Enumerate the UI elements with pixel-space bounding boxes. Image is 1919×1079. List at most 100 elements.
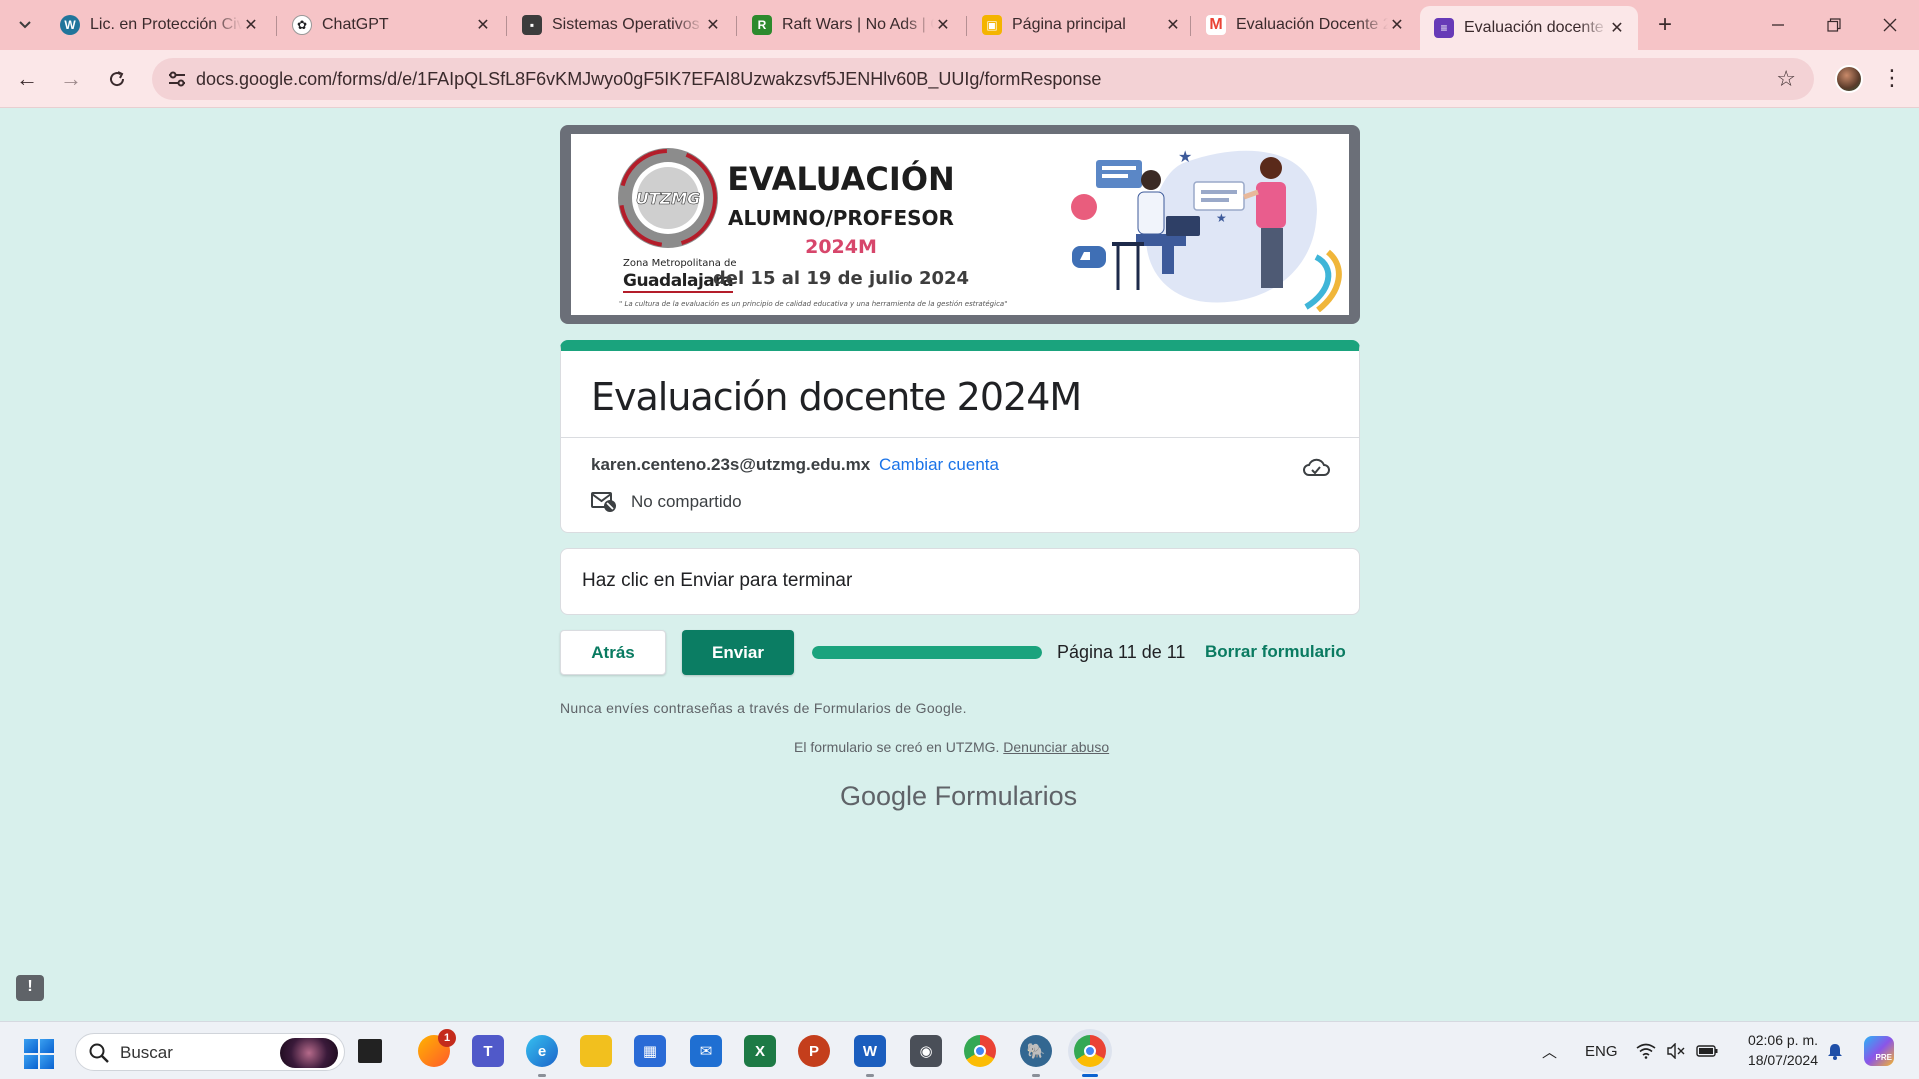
tab-6-active[interactable]: ≡ Evaluación docente 2024M ✕ bbox=[1420, 6, 1638, 50]
file-explorer-icon[interactable] bbox=[580, 1035, 612, 1067]
battery-icon[interactable] bbox=[1696, 1022, 1718, 1079]
close-icon[interactable]: ✕ bbox=[242, 15, 260, 35]
report-abuse-link[interactable]: Denunciar abuso bbox=[1003, 739, 1109, 755]
url-text[interactable]: docs.google.com/forms/d/e/1FAIpQLSfL8F6v… bbox=[196, 69, 1101, 90]
brand-forms: Formularios bbox=[934, 781, 1078, 811]
tab-separator bbox=[1190, 16, 1191, 36]
notification-badge: 1 bbox=[438, 1029, 456, 1047]
microsoft-store-icon[interactable]: ▦ bbox=[634, 1035, 666, 1067]
clock-date: 18/07/2024 bbox=[1747, 1052, 1818, 1068]
close-window-button[interactable] bbox=[1862, 0, 1918, 50]
postgresql-icon[interactable]: 🐘 bbox=[1020, 1035, 1052, 1067]
banner-image: UTZMG Zona Metropolitana de Guadalajara … bbox=[571, 134, 1349, 315]
close-icon[interactable]: ✕ bbox=[1388, 15, 1406, 35]
sharing-status-text: No compartido bbox=[631, 492, 742, 511]
windows-taskbar: Buscar 1 T e ▦ ✉ X P W ◉ 🐘 ︿ ENG 02:06 p… bbox=[0, 1021, 1919, 1079]
back-form-button[interactable]: Atrás bbox=[560, 630, 666, 675]
browser-toolbar: ← → docs.google.com/forms/d/e/1FAIpQLSfL… bbox=[0, 50, 1919, 108]
taskbar-search[interactable]: Buscar bbox=[75, 1033, 345, 1071]
tab-title: Evaluación docente 2024M bbox=[1464, 19, 1608, 36]
wordpress-icon: W bbox=[60, 15, 80, 35]
excel-icon[interactable]: X bbox=[744, 1035, 776, 1067]
close-icon[interactable]: ✕ bbox=[1164, 15, 1182, 35]
form-header-card: Evaluación docente 2024M karen.centeno.2… bbox=[560, 340, 1360, 533]
language-indicator[interactable]: ENG bbox=[1585, 1022, 1618, 1079]
clear-form-button[interactable]: Borrar formulario bbox=[1205, 642, 1346, 662]
tab-3[interactable]: R Raft Wars | No Ads | Games ✕ bbox=[738, 8, 964, 42]
powerpoint-icon[interactable]: P bbox=[798, 1035, 830, 1067]
tab-4[interactable]: ▣ Página principal ✕ bbox=[968, 8, 1194, 42]
back-button[interactable]: ← bbox=[12, 64, 42, 94]
arrow-left-icon: ← bbox=[16, 66, 38, 91]
banner-title: EVALUACIÓN bbox=[727, 160, 955, 198]
bookmark-star-icon[interactable]: ☆ bbox=[1776, 66, 1796, 92]
tab-1[interactable]: ✿ ChatGPT ✕ bbox=[278, 8, 504, 42]
camera-icon[interactable]: ◉ bbox=[910, 1035, 942, 1067]
tab-strip: W Lic. en Protección Civil ✕ ✿ ChatGPT ✕… bbox=[0, 0, 1919, 50]
google-forms-brand[interactable]: Google Formularios bbox=[840, 781, 1077, 812]
arrow-right-icon: → bbox=[60, 66, 82, 91]
submit-message: Haz clic en Enviar para terminar bbox=[582, 570, 853, 591]
close-icon[interactable]: ✕ bbox=[474, 15, 492, 35]
feedback-icon[interactable]: ! bbox=[16, 975, 44, 1001]
password-warning: Nunca envíes contraseñas a través de For… bbox=[560, 700, 967, 716]
svg-text:★: ★ bbox=[1178, 149, 1192, 166]
switch-account-link[interactable]: Cambiar cuenta bbox=[879, 455, 999, 474]
profile-avatar[interactable] bbox=[1835, 65, 1863, 93]
reload-icon bbox=[110, 71, 125, 87]
teams-icon[interactable]: T bbox=[472, 1035, 504, 1067]
form-page: UTZMG Zona Metropolitana de Guadalajara … bbox=[0, 109, 1919, 1021]
site-info-icon[interactable] bbox=[164, 66, 190, 92]
tab-0[interactable]: W Lic. en Protección Civil ✕ bbox=[46, 8, 272, 42]
tab-search-button[interactable] bbox=[10, 10, 40, 40]
account-email: karen.centeno.23s@utzmg.edu.mx bbox=[591, 455, 871, 474]
copilot-icon[interactable]: PRE bbox=[1864, 1022, 1894, 1079]
plus-icon: + bbox=[1657, 11, 1672, 38]
form-header-banner: UTZMG Zona Metropolitana de Guadalajara … bbox=[560, 125, 1360, 324]
forward-button[interactable]: → bbox=[56, 64, 86, 94]
restore-button[interactable] bbox=[1806, 0, 1862, 50]
word-icon[interactable]: W bbox=[854, 1035, 886, 1067]
active-indicator bbox=[1082, 1074, 1098, 1077]
submit-message-card: Haz clic en Enviar para terminar bbox=[560, 548, 1360, 615]
tab-title: Sistemas Operativos bbox=[552, 16, 700, 33]
windows-start-icon[interactable] bbox=[24, 1039, 54, 1069]
raftwars-icon: R bbox=[752, 15, 772, 35]
utzmg-logo: UTZMG bbox=[618, 148, 718, 248]
minimize-button[interactable] bbox=[1750, 0, 1806, 50]
search-highlight-image bbox=[280, 1038, 338, 1068]
wifi-icon[interactable] bbox=[1636, 1022, 1656, 1079]
notifications-bell-icon[interactable] bbox=[1826, 1022, 1844, 1079]
new-tab-button[interactable]: + bbox=[1650, 10, 1680, 40]
clock-time: 02:06 p. m. bbox=[1747, 1032, 1818, 1048]
task-view-icon[interactable] bbox=[358, 1039, 382, 1063]
edge-icon[interactable]: e bbox=[526, 1035, 558, 1067]
news-widget-icon[interactable]: 1 bbox=[418, 1029, 456, 1067]
copilot-label: PRE bbox=[1864, 1036, 1894, 1066]
classroom-home-icon: ▣ bbox=[982, 15, 1002, 35]
tab-2[interactable]: ▪ Sistemas Operativos ✕ bbox=[508, 8, 734, 42]
close-icon[interactable]: ✕ bbox=[704, 15, 722, 35]
mail-icon[interactable]: ✉ bbox=[690, 1035, 722, 1067]
chrome-active-icon[interactable] bbox=[1074, 1035, 1106, 1067]
close-icon[interactable]: ✕ bbox=[1608, 18, 1626, 38]
close-icon[interactable]: ✕ bbox=[934, 15, 952, 35]
tab-separator bbox=[276, 16, 277, 36]
volume-muted-icon[interactable] bbox=[1666, 1022, 1686, 1079]
created-in-text: El formulario se creó en UTZMG. bbox=[794, 739, 1000, 755]
taskbar-clock[interactable]: 02:06 p. m. 18/07/2024 bbox=[1736, 1030, 1818, 1070]
tab-5[interactable]: M Evaluación Docente 2024M ✕ bbox=[1192, 8, 1418, 42]
svg-text:★: ★ bbox=[1216, 211, 1227, 225]
language-text: ENG bbox=[1585, 1042, 1618, 1060]
svg-text:UTZMG: UTZMG bbox=[636, 189, 701, 208]
minimize-icon bbox=[1772, 24, 1784, 26]
address-bar[interactable]: docs.google.com/forms/d/e/1FAIpQLSfL8F6v… bbox=[152, 58, 1814, 100]
tab-title: ChatGPT bbox=[322, 16, 389, 33]
reload-button[interactable] bbox=[102, 64, 132, 94]
submit-button[interactable]: Enviar bbox=[682, 630, 794, 675]
page-count: Página 11 de 11 bbox=[1057, 642, 1186, 662]
chrome-icon[interactable] bbox=[964, 1035, 996, 1067]
show-hidden-icons[interactable]: ︿ bbox=[1542, 1022, 1557, 1079]
browser-menu-button[interactable]: ⋮ bbox=[1880, 64, 1904, 94]
tab-separator bbox=[966, 16, 967, 36]
